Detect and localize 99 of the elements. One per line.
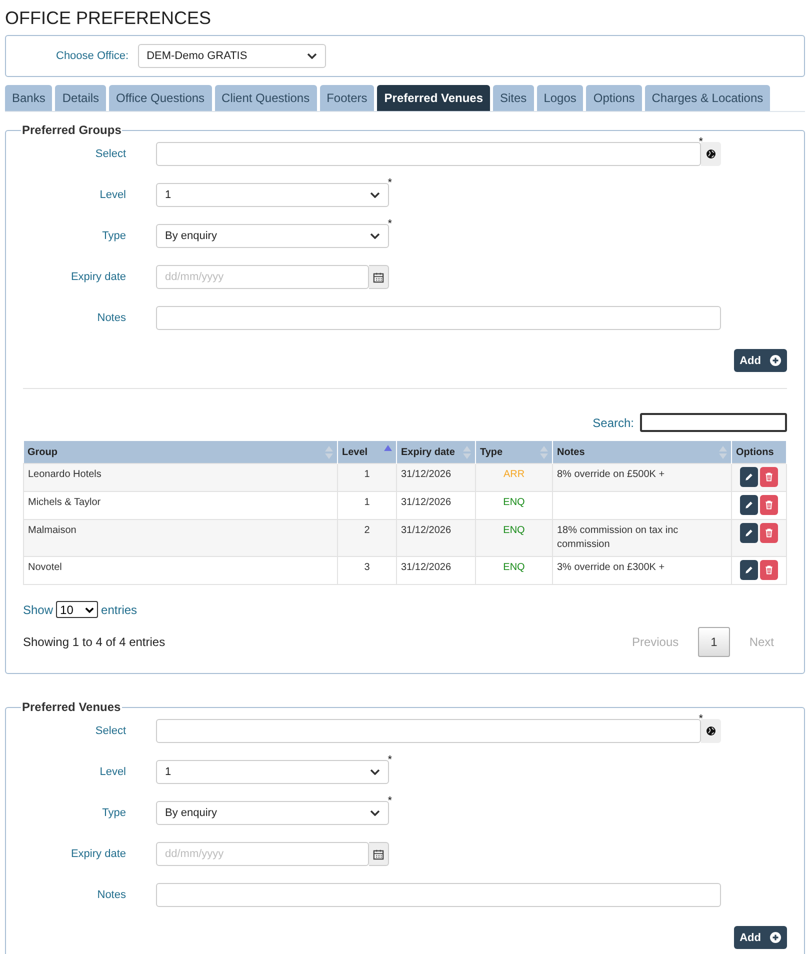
calendar-icon[interactable] — [369, 842, 389, 866]
table-cell: Leonardo Hotels — [24, 464, 338, 492]
edit-button[interactable] — [740, 560, 758, 580]
field-label: Type — [101, 230, 126, 242]
pencil-icon — [744, 472, 754, 482]
chevron-icon — [85, 606, 94, 612]
trash-icon — [764, 500, 774, 510]
column-header[interactable]: Level — [338, 441, 396, 464]
dropdown[interactable]: By enquiry — [156, 224, 389, 248]
lookup-field[interactable] — [156, 719, 701, 743]
required-mark: * — [698, 136, 703, 148]
tab[interactable]: Preferred Venues — [377, 85, 490, 111]
field-label: Expiry date — [70, 848, 126, 860]
tab[interactable]: Options — [586, 85, 642, 111]
entries-label: entries — [101, 602, 138, 616]
required-mark: * — [388, 754, 392, 766]
table-cell: 8% override on £500K + — [552, 464, 732, 492]
field-label: Notes — [96, 889, 126, 901]
calendar-icon[interactable] — [369, 265, 389, 289]
page-size-dropdown[interactable]: 10 — [56, 601, 98, 618]
chevron-icon — [370, 192, 380, 198]
table-cell: 3% override on £300K + — [552, 556, 732, 584]
tab[interactable]: Details — [55, 85, 106, 111]
table-cell: 31/12/2026 — [396, 464, 476, 492]
add-button[interactable]: Add — [734, 349, 787, 372]
field-label: Notes — [96, 312, 126, 324]
field-label: Expiry date — [70, 271, 126, 283]
tab[interactable]: Charges & Locations — [644, 85, 770, 111]
delete-button[interactable] — [760, 495, 778, 515]
dropdown[interactable]: By enquiry — [156, 801, 389, 825]
date-field[interactable]: dd/mm/yyyy — [156, 842, 369, 866]
tab[interactable]: Client Questions — [214, 85, 317, 111]
field-label: Type — [101, 807, 126, 819]
pencil-icon — [744, 500, 754, 510]
table-cell: Malmaison — [24, 520, 338, 556]
trash-icon — [764, 472, 774, 482]
chevron-icon — [370, 769, 380, 775]
tab[interactable]: Office Questions — [109, 85, 212, 111]
table-cell: 18% commission on tax inc commission — [552, 520, 732, 556]
trash-icon — [764, 565, 774, 575]
delete-button[interactable] — [760, 523, 778, 543]
page-button[interactable]: 1 — [698, 627, 730, 657]
pencil-icon — [744, 528, 754, 538]
table-cell: 2 — [338, 520, 396, 556]
field-label: Select — [94, 148, 126, 160]
page-title: OFFICE PREFERENCES — [5, 7, 212, 30]
plus-icon — [770, 932, 781, 943]
lookup-field[interactable] — [156, 142, 701, 166]
column-header[interactable]: Group — [24, 441, 338, 464]
edit-button[interactable] — [740, 467, 758, 487]
table-cell: Novotel — [24, 556, 338, 584]
chevron-icon — [370, 233, 380, 239]
field-label: Level — [98, 766, 126, 778]
search-field[interactable] — [640, 413, 787, 432]
office-dropdown[interactable]: DEM-Demo GRATIS — [138, 44, 326, 68]
table-cell: 31/12/2026 — [396, 520, 476, 556]
add-button[interactable]: Add — [734, 926, 787, 949]
required-mark: * — [388, 795, 392, 807]
required-mark: * — [388, 218, 392, 230]
globe-icon[interactable] — [701, 142, 721, 166]
edit-button[interactable] — [740, 495, 758, 515]
field-label: Choose Office: — [56, 50, 129, 62]
tab[interactable]: Logos — [536, 85, 584, 111]
trash-icon — [764, 528, 774, 538]
type-cell: ARR — [476, 464, 552, 492]
section-title: Preferred Venues — [21, 700, 122, 714]
required-mark: * — [388, 177, 392, 189]
notes-field[interactable] — [156, 306, 721, 330]
column-header[interactable]: Notes — [552, 441, 732, 464]
delete-button[interactable] — [760, 560, 778, 580]
column-header[interactable]: Expiry date — [396, 441, 476, 464]
search-label: Search: — [592, 416, 634, 430]
field-label: Select — [94, 725, 126, 737]
date-field[interactable]: dd/mm/yyyy — [156, 265, 369, 289]
tab[interactable]: Banks — [5, 85, 52, 111]
show-label: Show — [23, 602, 54, 616]
entries-info: Showing 1 to 4 of 4 entries — [23, 635, 166, 649]
column-header[interactable]: Options — [732, 441, 786, 464]
chevron-icon — [370, 810, 380, 816]
globe-icon[interactable] — [701, 719, 721, 743]
chevron-icon — [306, 53, 317, 59]
table-cell: 31/12/2026 — [396, 556, 476, 584]
column-header[interactable]: Type — [476, 441, 552, 464]
notes-field[interactable] — [156, 883, 721, 907]
type-cell: ENQ — [476, 556, 552, 584]
table-cell: 1 — [338, 464, 396, 492]
plus-icon — [770, 355, 781, 366]
pencil-icon — [744, 565, 754, 575]
tab[interactable]: Footers — [320, 85, 374, 111]
type-cell: ENQ — [476, 520, 552, 556]
delete-button[interactable] — [760, 467, 778, 487]
dropdown[interactable]: 1 — [156, 760, 389, 784]
tab[interactable]: Sites — [493, 85, 534, 111]
required-mark: * — [698, 713, 703, 725]
edit-button[interactable] — [740, 523, 758, 543]
dropdown[interactable]: 1 — [156, 183, 389, 207]
section-title: Preferred Groups — [21, 123, 122, 137]
table-cell: 3 — [338, 556, 396, 584]
field-label: Level — [98, 189, 126, 201]
